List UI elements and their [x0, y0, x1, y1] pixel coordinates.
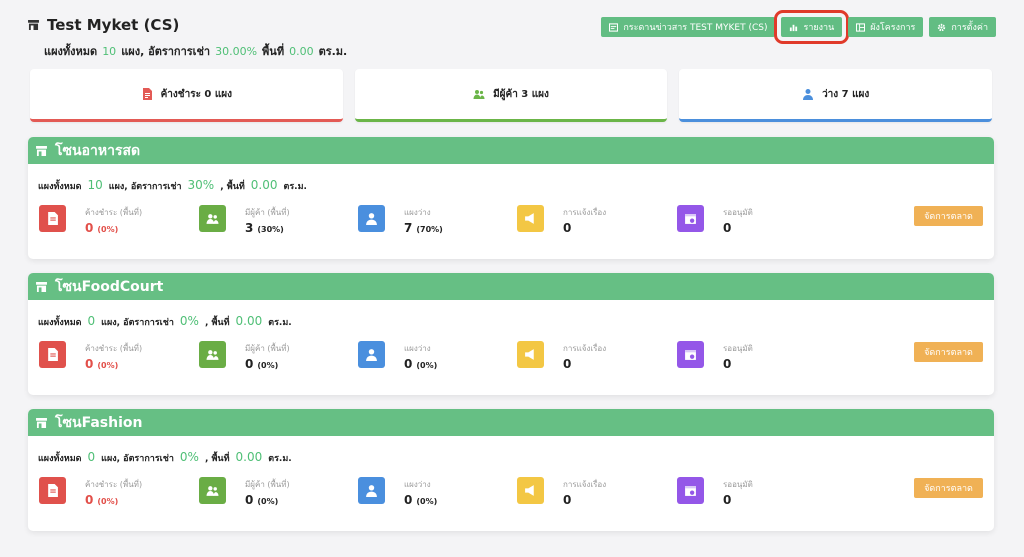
zone-summary: แผงทั้งหมด 10 แผง, อัตราการเช่า 30%, พื้นที…: [38, 178, 307, 192]
calendar-icon: [677, 205, 704, 232]
vacant-stat[interactable]: แผงว่าง 0 (0%): [358, 477, 437, 507]
tenant-card[interactable]: มีผู้ค้า 3 แผง: [354, 69, 668, 122]
tenant-stat[interactable]: มีผู้ค้า (พื้นที่) 3 (30%): [199, 205, 290, 235]
vacant-card[interactable]: ว่าง 7 แผง: [679, 69, 993, 122]
pending-stat[interactable]: รออนุมัติ 0: [677, 477, 753, 507]
megaphone-icon: [517, 341, 544, 368]
user-icon: [358, 341, 385, 368]
report-stat[interactable]: การแจ้งเรื่อง 0: [517, 477, 606, 507]
zone-header: โซนFashion: [28, 409, 994, 436]
summary-cards: ค้างชำระ 0 แผง มีผู้ค้า 3 แผง ว่าง 7 แผง: [30, 69, 993, 122]
bar-chart-icon: [790, 24, 798, 31]
overdue-icon: [39, 477, 66, 504]
report-stat[interactable]: การแจ้งเรื่อง 0: [517, 205, 606, 235]
zone-panel: โซนFashion แผงทั้งหมด 0 แผง, อัตราการเช่า 0…: [28, 409, 994, 531]
vacant-stat[interactable]: แผงว่าง 7 (70%): [358, 205, 443, 235]
megaphone-icon: [517, 477, 544, 504]
board-icon: [609, 22, 619, 32]
vacant-stat[interactable]: แผงว่าง 0 (0%): [358, 341, 437, 371]
report-button[interactable]: รายงาน: [774, 10, 850, 44]
overdue-icon: [39, 341, 66, 368]
zone-panel: โซนอาหารสด แผงทั้งหมด 10 แผง, อัตราการเช่า…: [28, 137, 994, 259]
zone-title: โซนFashion: [55, 414, 143, 431]
user-icon: [803, 89, 814, 100]
megaphone-icon: [517, 205, 544, 232]
project-map-button[interactable]: ผังโครงการ: [848, 17, 924, 37]
overdue-card[interactable]: ค้างชำระ 0 แผง: [30, 69, 343, 122]
store-icon: [28, 20, 39, 30]
toolbar: กระดานข่าวสาร TEST MYKET (CS) รายงาน ผัง…: [601, 10, 996, 44]
overdue-icon: [39, 205, 66, 232]
pending-stat[interactable]: รออนุมัติ 0: [677, 205, 753, 235]
users-icon: [199, 477, 226, 504]
zone-summary: แผงทั้งหมด 0 แผง, อัตราการเช่า 0%, พื้นที่ 0…: [38, 450, 292, 464]
zone-title: โซนFoodCourt: [55, 278, 164, 295]
overdue-stat[interactable]: ค้างชำระ (พื้นที่) 0 (0%): [39, 477, 142, 507]
market-summary: แผงทั้งหมด 10 แผง, อัตราการเช่า 30.00% พื้นท…: [44, 45, 348, 58]
manage-market-button[interactable]: จัดการตลาด: [914, 206, 983, 226]
gear-icon: [938, 23, 946, 31]
zone-panel: โซนFoodCourt แผงทั้งหมด 0 แผง, อัตราการเช่…: [28, 273, 994, 395]
user-icon: [358, 205, 385, 232]
settings-button[interactable]: การตั้งค่า: [929, 17, 996, 37]
news-board-button[interactable]: กระดานข่าวสาร TEST MYKET (CS): [601, 17, 776, 37]
user-icon: [358, 477, 385, 504]
report-stat[interactable]: การแจ้งเรื่อง 0: [517, 341, 606, 371]
zone-header: โซนFoodCourt: [28, 273, 994, 300]
tenant-stat[interactable]: มีผู้ค้า (พื้นที่) 0 (0%): [199, 477, 290, 507]
pending-stat[interactable]: รออนุมัติ 0: [677, 341, 753, 371]
page-header: Test Myket (CS) แผงทั้งหมด 10 แผง, อัตรากา…: [28, 10, 996, 60]
page-title: Test Myket (CS): [47, 16, 180, 34]
document-icon: [142, 88, 152, 100]
manage-market-button[interactable]: จัดการตลาด: [914, 478, 983, 498]
calendar-icon: [677, 341, 704, 368]
zone-summary: แผงทั้งหมด 0 แผง, อัตราการเช่า 0%, พื้นที่ 0…: [38, 314, 292, 328]
store-icon: [36, 281, 47, 292]
zone-header: โซนอาหารสด: [28, 137, 994, 164]
overdue-stat[interactable]: ค้างชำระ (พื้นที่) 0 (0%): [39, 205, 142, 235]
users-icon: [199, 205, 226, 232]
users-icon: [473, 90, 485, 99]
calendar-icon: [677, 477, 704, 504]
map-icon: [856, 22, 866, 32]
zone-title: โซนอาหารสด: [55, 142, 141, 159]
store-icon: [36, 145, 47, 156]
manage-market-button[interactable]: จัดการตลาด: [914, 342, 983, 362]
users-icon: [199, 341, 226, 368]
overdue-stat[interactable]: ค้างชำระ (พื้นที่) 0 (0%): [39, 341, 142, 371]
tenant-stat[interactable]: มีผู้ค้า (พื้นที่) 0 (0%): [199, 341, 290, 371]
store-icon: [36, 417, 47, 428]
